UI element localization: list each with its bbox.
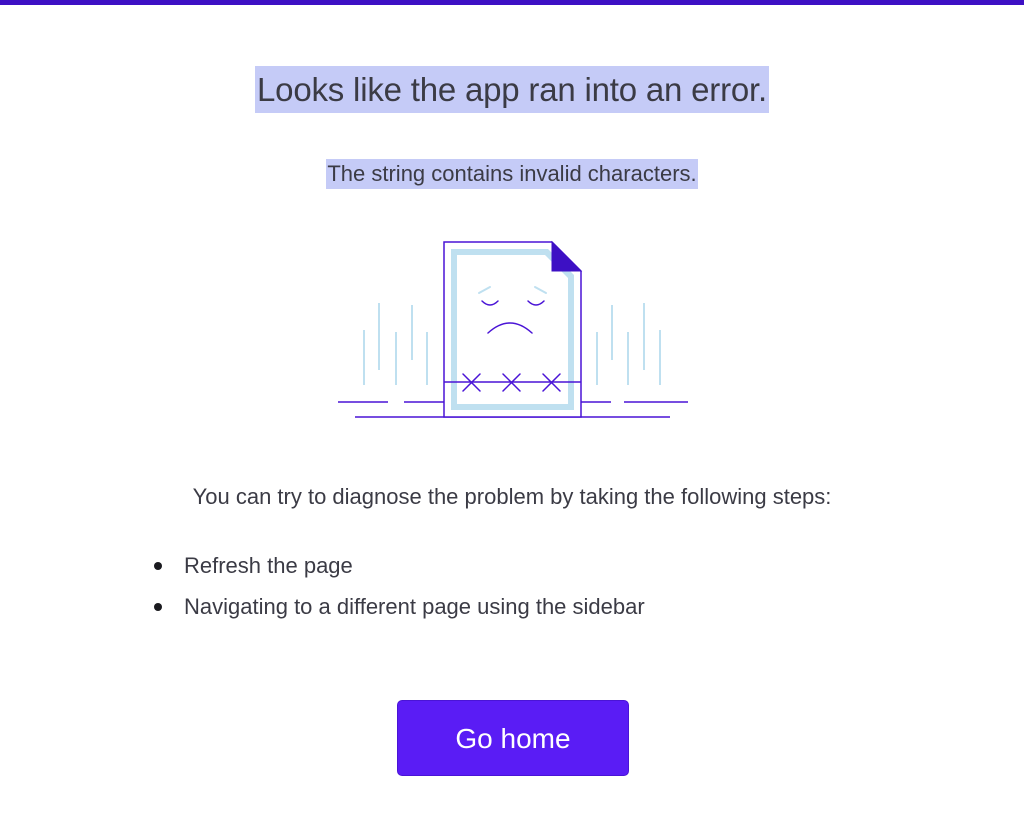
sad-document-icon	[338, 240, 688, 418]
list-item: Navigating to a different page using the…	[150, 592, 645, 633]
help-steps-list: Refresh the page Navigating to a differe…	[150, 551, 645, 633]
error-message-wrapper: The string contains invalid characters.	[0, 159, 1024, 189]
error-page: Looks like the app ran into an error. Th…	[0, 0, 1024, 840]
error-message: The string contains invalid characters.	[326, 159, 698, 189]
step-label: Refresh the page	[184, 553, 353, 578]
bullet-icon	[154, 562, 162, 570]
bullet-icon	[154, 603, 162, 611]
error-title: Looks like the app ran into an error.	[255, 66, 769, 113]
help-intro: You can try to diagnose the problem by t…	[192, 484, 832, 509]
top-accent-bar	[0, 0, 1024, 5]
step-label: Navigating to a different page using the…	[184, 594, 645, 619]
error-title-wrapper: Looks like the app ran into an error.	[0, 66, 1024, 113]
go-home-button[interactable]: Go home	[397, 700, 629, 776]
list-item: Refresh the page	[150, 551, 645, 592]
